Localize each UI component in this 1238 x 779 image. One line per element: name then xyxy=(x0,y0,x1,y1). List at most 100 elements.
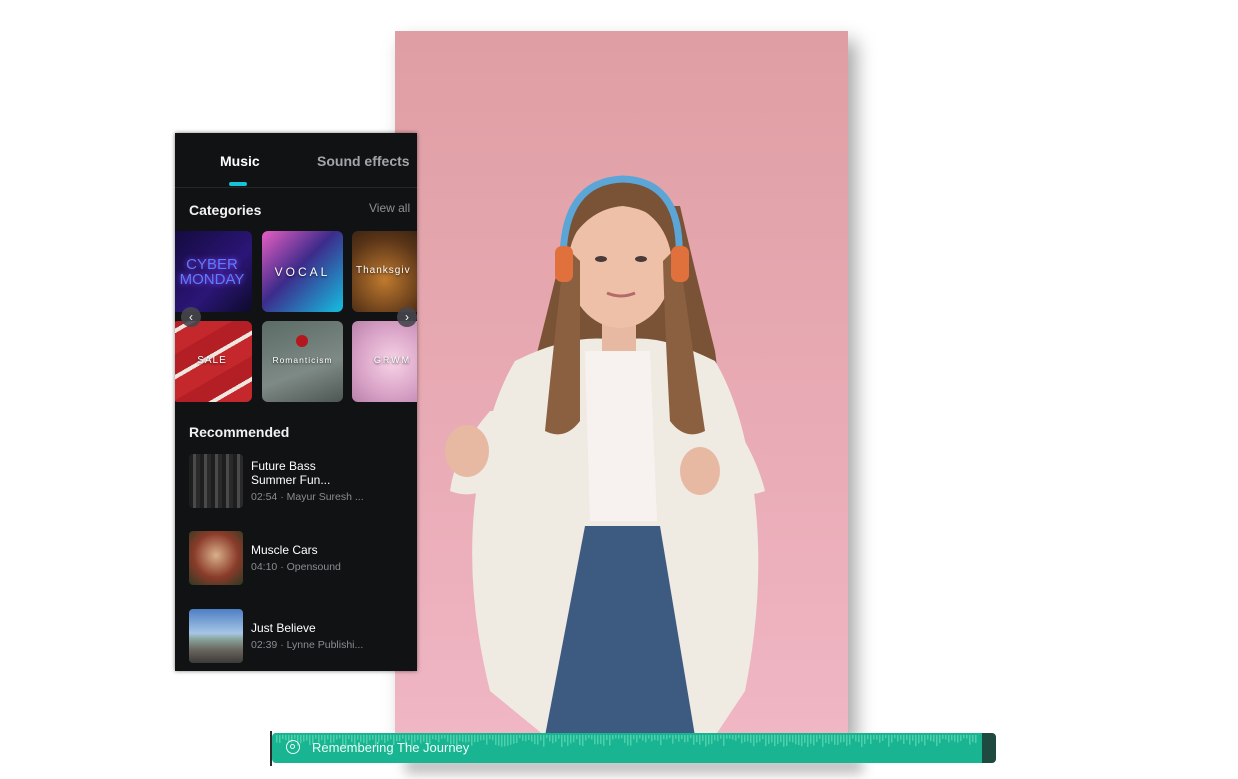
waveform-bar xyxy=(570,735,572,744)
waveform-bar xyxy=(315,735,317,739)
waveform-bar xyxy=(915,735,917,747)
view-all-link[interactable]: View all xyxy=(369,201,410,215)
category-tile-romanticism[interactable]: Romanticism xyxy=(262,321,343,402)
waveform-bar xyxy=(507,735,509,746)
waveform-bar xyxy=(939,735,941,744)
track-title: Future Bass Summer Fun... xyxy=(251,459,331,487)
waveform-bar xyxy=(513,735,515,744)
waveform-bar xyxy=(735,735,737,741)
waveform-bar xyxy=(606,735,608,741)
waveform-bar xyxy=(540,735,542,741)
audio-clip[interactable]: Remembering The Journey xyxy=(272,733,996,763)
waveform-bar xyxy=(699,735,701,745)
waveform-bar xyxy=(756,735,758,743)
waveform-bar xyxy=(930,735,932,742)
category-tile-cyber-monday[interactable]: CYBER MONDAY xyxy=(175,231,252,312)
waveform-bar xyxy=(771,735,773,743)
waveform-bar xyxy=(927,735,929,740)
waveform-bar xyxy=(969,735,971,745)
waveform-bar xyxy=(498,735,500,746)
waveform-bar xyxy=(765,735,767,747)
waveform-bar xyxy=(747,735,749,742)
waveform-bar xyxy=(714,735,716,741)
track-thumbnail xyxy=(189,454,243,508)
waveform-bar xyxy=(732,735,734,740)
waveform-bar xyxy=(480,735,482,741)
audio-clip-trim-handle[interactable] xyxy=(982,733,996,763)
waveform-bar xyxy=(672,735,674,744)
waveform-bar xyxy=(534,735,536,745)
waveform-bar xyxy=(801,735,803,747)
waveform-bar xyxy=(780,735,782,743)
scroll-right-button[interactable]: › xyxy=(397,307,417,327)
category-label: Romanticism xyxy=(272,355,333,365)
waveform-bar xyxy=(762,735,764,740)
waveform-bar xyxy=(906,735,908,741)
waveform-bar xyxy=(591,735,593,740)
waveform-bar xyxy=(726,735,728,739)
waveform-bar xyxy=(753,735,755,747)
waveform-bar xyxy=(444,735,446,739)
waveform-bar xyxy=(624,735,626,743)
waveform-bar xyxy=(795,735,797,745)
waveform-bar xyxy=(840,735,842,743)
music-library-panel: Music Sound effects Categories View all … xyxy=(175,133,417,671)
waveform-bar xyxy=(789,735,791,742)
tab-music[interactable]: Music xyxy=(220,153,260,169)
waveform-bar xyxy=(582,735,584,747)
waveform-bar xyxy=(630,735,632,746)
waveform-bar xyxy=(309,735,311,746)
waveform-bar xyxy=(510,735,512,745)
waveform-bar xyxy=(957,735,959,743)
waveform-bar xyxy=(825,735,827,743)
waveform-bar xyxy=(477,735,479,742)
waveform-bar xyxy=(804,735,806,743)
waveform-bar xyxy=(303,735,305,742)
waveform-bar xyxy=(372,735,374,740)
waveform-bar xyxy=(645,735,647,743)
video-frame-dancing-girl xyxy=(445,175,765,736)
waveform-bar xyxy=(600,735,602,744)
track-item[interactable]: Future Bass Summer Fun... 02:54 · Mayur … xyxy=(189,454,409,508)
waveform-bar xyxy=(588,735,590,739)
category-label: VOCAL xyxy=(274,265,331,279)
category-tile-grwm[interactable]: GRWM xyxy=(352,321,417,402)
waveform-bar xyxy=(654,735,656,741)
waveform-bar xyxy=(441,735,443,739)
waveform-bar xyxy=(489,735,491,740)
waveform-bar xyxy=(531,735,533,742)
waveform-bar xyxy=(690,735,692,739)
track-thumbnail xyxy=(189,531,243,585)
waveform-bar xyxy=(831,735,833,742)
waveform-bar xyxy=(912,735,914,741)
waveform-bar xyxy=(285,735,287,741)
category-tile-vocal[interactable]: VOCAL xyxy=(262,231,343,312)
track-item[interactable]: Muscle Cars 04:10 · Opensound xyxy=(189,531,409,585)
waveform-bar xyxy=(948,735,950,743)
category-tile-thanksgiving[interactable]: Thanksgiv xyxy=(352,231,417,312)
track-item[interactable]: Just Believe 02:39 · Lynne Publishi... xyxy=(189,609,409,663)
waveform-bar xyxy=(660,735,662,746)
waveform-bar xyxy=(486,735,488,745)
tab-sound-effects[interactable]: Sound effects xyxy=(317,153,410,169)
category-label: CYBER MONDAY xyxy=(179,256,245,288)
track-title: Muscle Cars xyxy=(251,543,318,557)
waveform-bar xyxy=(750,735,752,743)
waveform-bar xyxy=(594,735,596,745)
waveform-bar xyxy=(786,735,788,746)
waveform-bar xyxy=(402,735,404,739)
waveform-bar xyxy=(669,735,671,739)
waveform-bar xyxy=(921,735,923,742)
waveform-bar xyxy=(720,735,722,739)
category-tile-sale[interactable]: SALE xyxy=(175,321,252,402)
waveform-bar xyxy=(933,735,935,742)
waveform-bar xyxy=(678,735,680,742)
waveform-bar xyxy=(822,735,824,747)
waveform-bar xyxy=(282,735,284,740)
waveform-bar xyxy=(810,735,812,744)
waveform-bar xyxy=(717,735,719,742)
waveform-bar xyxy=(525,735,527,742)
waveform-bar xyxy=(327,735,329,740)
scroll-left-button[interactable]: ‹ xyxy=(181,307,201,327)
video-preview[interactable] xyxy=(395,31,848,736)
